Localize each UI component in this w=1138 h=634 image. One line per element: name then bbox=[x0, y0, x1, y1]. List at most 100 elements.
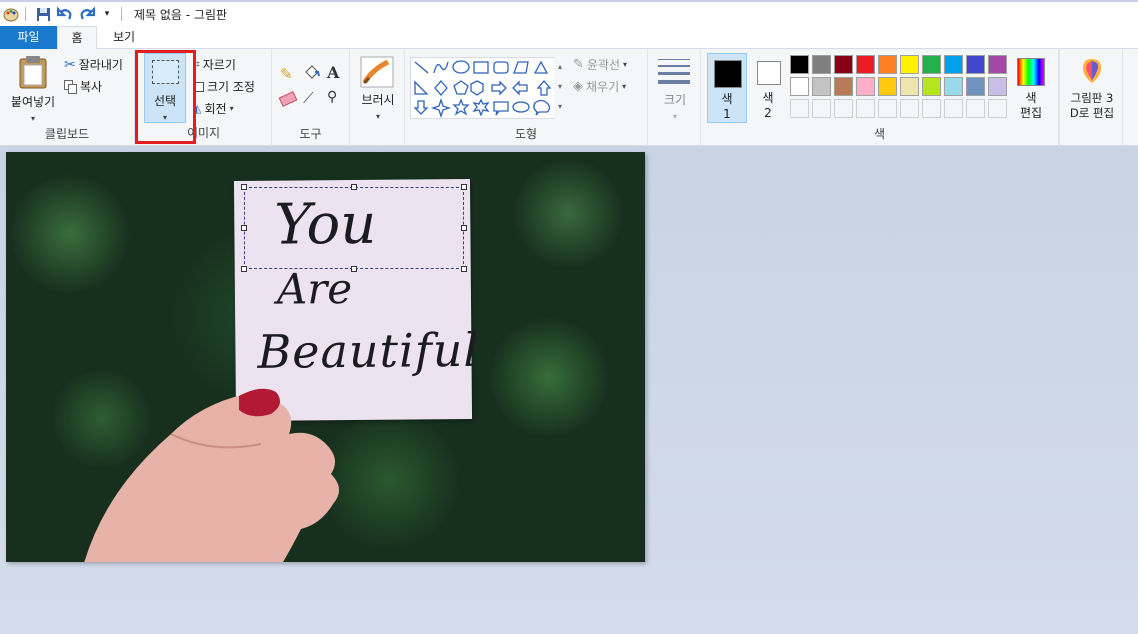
magnifier-icon[interactable]: ⚲ bbox=[327, 89, 337, 105]
shapes-group-label: 도형 bbox=[514, 127, 538, 141]
palette-color-swatch[interactable] bbox=[922, 55, 941, 74]
cut-button[interactable]: ✂ 잘라내기 bbox=[64, 56, 123, 73]
color1-label: 색 1 bbox=[721, 92, 733, 121]
palette-color-swatch[interactable] bbox=[944, 77, 963, 96]
color-palette bbox=[790, 55, 1012, 123]
palette-color-swatch[interactable] bbox=[878, 99, 897, 118]
undo-icon[interactable] bbox=[57, 6, 73, 22]
palette-color-swatch[interactable] bbox=[878, 77, 897, 96]
paste-button[interactable]: 붙여넣기 ▾ bbox=[8, 53, 58, 123]
palette-color-swatch[interactable] bbox=[856, 99, 875, 118]
palette-color-swatch[interactable] bbox=[988, 99, 1007, 118]
crop-label: 자르기 bbox=[202, 58, 236, 72]
edit-colors-label: 색 편집 bbox=[1019, 91, 1043, 120]
drawing-canvas[interactable]: You Are Beautiful bbox=[6, 152, 645, 562]
redo-icon[interactable] bbox=[79, 6, 95, 22]
palette-color-swatch[interactable] bbox=[790, 55, 809, 74]
tools-group-label: 도구 bbox=[299, 127, 322, 141]
tab-file[interactable]: 파일 bbox=[0, 26, 57, 49]
resize-button[interactable]: 크기 조정 bbox=[193, 78, 255, 95]
resize-handle[interactable] bbox=[461, 184, 467, 190]
hand-image bbox=[84, 388, 339, 562]
outline-button[interactable]: ✎ 윤곽선 ▾ bbox=[573, 56, 627, 73]
resize-handle[interactable] bbox=[351, 266, 357, 272]
resize-handle[interactable] bbox=[241, 266, 247, 272]
fill-button[interactable]: ◈ 채우기 ▾ bbox=[573, 78, 626, 95]
separator bbox=[25, 7, 26, 21]
palette-color-swatch[interactable] bbox=[944, 55, 963, 74]
pencil-icon[interactable]: ✎ bbox=[280, 65, 293, 83]
resize-handle[interactable] bbox=[241, 184, 247, 190]
outline-pencil-icon: ✎ bbox=[573, 57, 584, 72]
title-bar: ▾ 제목 없음 - 그림판 bbox=[0, 0, 1138, 26]
clipboard-group-label: 클립보드 bbox=[44, 127, 90, 141]
palette-color-swatch[interactable] bbox=[834, 55, 853, 74]
palette-color-swatch[interactable] bbox=[922, 77, 941, 96]
palette-color-swatch[interactable] bbox=[966, 77, 985, 96]
line-size-icon bbox=[658, 59, 690, 84]
resize-handle[interactable] bbox=[351, 184, 357, 190]
rotate-label: 회전 bbox=[204, 102, 227, 116]
paste-label: 붙여넣기 bbox=[10, 95, 56, 109]
palette-color-swatch[interactable] bbox=[790, 77, 809, 96]
edit-colors-button[interactable]: 색 편집 bbox=[1012, 53, 1052, 123]
resize-handle[interactable] bbox=[241, 225, 247, 231]
tab-view[interactable]: 보기 bbox=[104, 26, 144, 49]
shapes-gallery[interactable] bbox=[410, 57, 566, 119]
palette-color-swatch[interactable] bbox=[900, 99, 919, 118]
palette-color-swatch[interactable] bbox=[988, 77, 1007, 96]
palette-color-swatch[interactable] bbox=[856, 77, 875, 96]
chevron-down-icon: ▾ bbox=[30, 114, 35, 123]
palette-color-swatch[interactable] bbox=[944, 99, 963, 118]
scissors-icon: ✂ bbox=[64, 56, 76, 73]
save-icon[interactable] bbox=[35, 6, 51, 22]
color2-button[interactable]: 색 2 bbox=[749, 53, 789, 123]
palette-color-swatch[interactable] bbox=[834, 77, 853, 96]
palette-color-swatch[interactable] bbox=[878, 55, 897, 74]
palette-color-swatch[interactable] bbox=[812, 55, 831, 74]
note-line-3: Beautiful bbox=[257, 322, 480, 379]
paint-app-icon[interactable] bbox=[3, 6, 19, 22]
palette-color-swatch[interactable] bbox=[900, 77, 919, 96]
separator bbox=[121, 7, 122, 21]
paint3d-group: 그림판 3 D로 편집 bbox=[1059, 49, 1123, 146]
colors-group-label: 색 bbox=[873, 127, 886, 141]
brush-icon bbox=[360, 56, 394, 88]
color-picker-icon[interactable]: ⟋ bbox=[303, 89, 314, 107]
palette-color-swatch[interactable] bbox=[812, 99, 831, 118]
customize-quick-access-icon[interactable]: ▾ bbox=[99, 6, 115, 22]
palette-color-swatch[interactable] bbox=[966, 99, 985, 118]
resize-handle[interactable] bbox=[461, 266, 467, 272]
rotate-button[interactable]: ◭ 회전 ▾ bbox=[193, 100, 234, 117]
palette-color-swatch[interactable] bbox=[922, 99, 941, 118]
palette-color-swatch[interactable] bbox=[856, 55, 875, 74]
crop-button[interactable]: ⌗ 자르기 bbox=[193, 56, 236, 73]
paint3d-label: 그림판 3 D로 편집 bbox=[1069, 91, 1115, 120]
palette-color-swatch[interactable] bbox=[834, 99, 853, 118]
brushes-button[interactable]: 브러시 ▾ bbox=[358, 53, 398, 123]
palette-color-swatch[interactable] bbox=[988, 55, 1007, 74]
palette-color-swatch[interactable] bbox=[790, 99, 809, 118]
palette-color-swatch[interactable] bbox=[900, 55, 919, 74]
text-tool-icon[interactable]: A bbox=[327, 63, 339, 82]
chevron-down-icon: ▾ bbox=[375, 112, 380, 121]
paint3d-button[interactable]: 그림판 3 D로 편집 bbox=[1064, 53, 1120, 123]
copy-button[interactable]: 복사 bbox=[64, 78, 102, 95]
rainbow-icon bbox=[1017, 58, 1045, 86]
resize-handle[interactable] bbox=[461, 225, 467, 231]
workspace: You Are Beautiful bbox=[0, 147, 1138, 634]
eraser-icon[interactable] bbox=[278, 91, 298, 107]
fill-bucket-icon[interactable] bbox=[303, 63, 321, 84]
palette-color-swatch[interactable] bbox=[812, 77, 831, 96]
resize-label: 크기 조정 bbox=[207, 80, 255, 94]
palette-color-swatch[interactable] bbox=[966, 55, 985, 74]
color1-button[interactable]: 색 1 bbox=[707, 53, 747, 123]
shapes-scroll[interactable]: ▴ ▾ ▾ bbox=[554, 57, 566, 119]
chevron-down-icon: ▾ bbox=[672, 112, 677, 121]
shapes-gallery-icons bbox=[413, 60, 552, 119]
tab-home[interactable]: 홈 bbox=[57, 26, 97, 50]
selection-rectangle[interactable] bbox=[241, 184, 467, 272]
size-button[interactable]: 크기 ▾ bbox=[656, 53, 694, 123]
cut-label: 잘라내기 bbox=[78, 58, 123, 72]
tools-group: ✎ A ⟋ ⚲ 도구 bbox=[272, 49, 350, 146]
